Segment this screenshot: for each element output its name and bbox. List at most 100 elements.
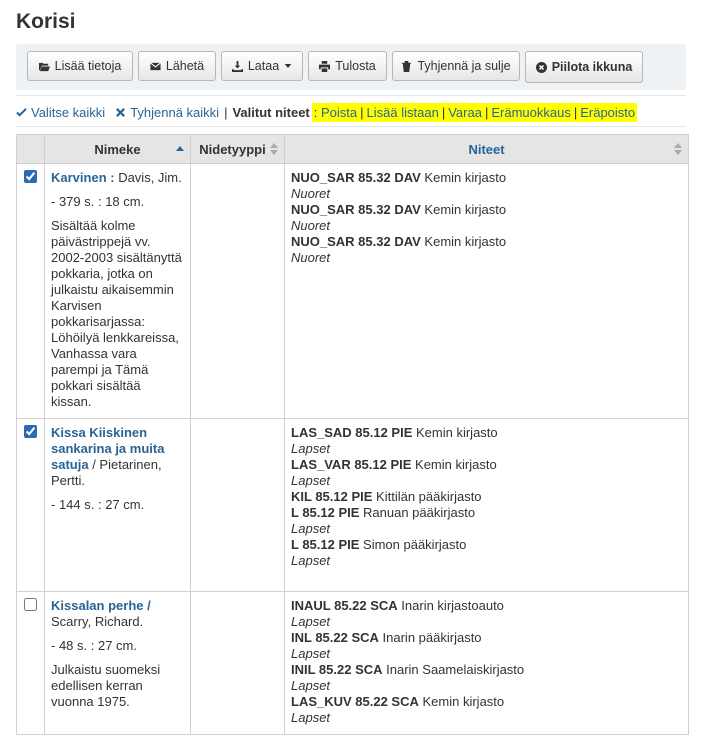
action-batch-edit[interactable]: Erämuokkaus (491, 105, 570, 120)
print-button[interactable]: Tulosta (308, 51, 387, 81)
close-icon (116, 107, 126, 117)
item-entry: LAS_VAR 85.12 PIE Kemin kirjasto (291, 457, 682, 473)
item-callnumber: KIL 85.12 PIE (291, 489, 373, 504)
table-row: Karvinen : Davis, Jim. - 379 s. : 18 cm.… (16, 163, 689, 419)
item-library: Kemin kirjasto (412, 425, 498, 440)
itemtype-cell (190, 418, 285, 592)
header-select (16, 134, 45, 164)
item-callnumber: L 85.12 PIE (291, 537, 360, 552)
items-cell: INAUL 85.22 SCA Inarin kirjastoauto Laps… (284, 591, 689, 735)
title-link[interactable]: Kissalan perhe / (51, 598, 151, 613)
item-callnumber: NUO_SAR 85.32 DAV (291, 202, 421, 217)
physical-description: - 144 s. : 27 cm. (51, 497, 145, 512)
row-checkbox[interactable] (24, 170, 37, 183)
send-label: Lähetä (165, 59, 205, 73)
row-select-cell (16, 591, 45, 735)
item-library: Simon pääkirjasto (359, 537, 467, 552)
send-button[interactable]: Lähetä (138, 51, 216, 81)
title-line: Kissa Kiiskinen sankarina ja muita satuj… (51, 425, 184, 489)
author: Davis, Jim. (114, 170, 182, 185)
selected-actions: : Poista | Lisää listaan | Varaa | Erämuokkaus… (311, 102, 638, 122)
clear-all-link[interactable]: Tyhjennä kaikki (115, 105, 219, 120)
table-row: Kissalan perhe / Scarry, Richard. - 48 s… (16, 591, 689, 735)
envelope-icon (149, 61, 161, 70)
item-entry: NUO_SAR 85.32 DAV Kemin kirjasto (291, 202, 682, 218)
title-line: Kissalan perhe / Scarry, Richard. (51, 598, 184, 630)
trash-icon (402, 60, 412, 72)
hide-window-label: Piilota ikkuna (551, 60, 633, 74)
item-type: Lapset (291, 521, 331, 536)
header-itemtype[interactable]: Nidetyyppi (190, 134, 285, 164)
author: Scarry, Richard. (51, 614, 144, 629)
row-select-cell (16, 163, 45, 419)
folder-open-icon (38, 62, 50, 71)
divider (16, 126, 686, 127)
item-entry: KIL 85.12 PIE Kittilän pääkirjasto (291, 489, 682, 505)
note: Julkaistu suomeksi edellisen kerran vuon… (51, 662, 161, 709)
item-callnumber: INIL 85.22 SCA (291, 662, 383, 677)
empty-and-close-button[interactable]: Tyhjennä ja sulje (392, 51, 520, 81)
separator: | (224, 104, 228, 120)
item-callnumber: INL 85.22 SCA (291, 630, 379, 645)
item-entry: NUO_SAR 85.32 DAV Kemin kirjasto (291, 170, 682, 186)
row-checkbox[interactable] (24, 425, 37, 438)
item-type: Lapset (291, 473, 331, 488)
basket-table: Nimeke Nidetyyppi Niteet Karvinen : Davi… (16, 134, 689, 735)
download-label: Lataa (247, 59, 280, 73)
check-icon (16, 107, 27, 117)
header-items[interactable]: Niteet (284, 134, 689, 164)
print-label: Tulosta (335, 59, 376, 73)
item-callnumber: LAS_SAD 85.12 PIE (291, 425, 413, 440)
item-entry: L 85.12 PIE Ranuan pääkirjasto (291, 505, 682, 521)
action-add-to-list[interactable]: Lisää listaan (367, 105, 439, 120)
title-cell: Karvinen : Davis, Jim. - 379 s. : 18 cm.… (44, 163, 191, 419)
table-header-row: Nimeke Nidetyyppi Niteet (16, 134, 689, 164)
item-type: Lapset (291, 614, 331, 629)
item-library: Inarin pääkirjasto (378, 630, 482, 645)
itemtype-cell (190, 591, 285, 735)
item-entry: LAS_SAD 85.12 PIE Kemin kirjasto (291, 425, 682, 441)
add-info-button[interactable]: Lisää tietoja (27, 51, 133, 81)
selected-items-label: Valitut niteet (232, 104, 310, 120)
page-title: Korisi (16, 10, 76, 33)
item-callnumber: INAUL 85.22 SCA (291, 598, 398, 613)
item-library: Kittilän pääkirjasto (372, 489, 482, 504)
action-delete[interactable]: Poista (321, 105, 357, 120)
item-library: Ranuan pääkirjasto (359, 505, 476, 520)
header-items-label: Niteet (468, 141, 505, 157)
item-library: Inarin kirjastoauto (397, 598, 504, 613)
item-library: Kemin kirjasto (420, 202, 507, 217)
action-place-hold[interactable]: Varaa (448, 105, 482, 120)
select-all-link[interactable]: Valitse kaikki (16, 105, 105, 120)
selection-bar: Valitse kaikki Tyhjennä kaikki | Valitut… (16, 102, 638, 122)
item-library: Kemin kirjasto (420, 170, 507, 185)
caret-down-icon (284, 64, 292, 68)
items-cell: NUO_SAR 85.32 DAV Kemin kirjasto Nuoret … (284, 163, 689, 419)
note: Sisältää kolme päivästrippejä vv. 2002-2… (51, 218, 182, 409)
item-library: Kemin kirjasto (411, 457, 497, 472)
item-entry: NUO_SAR 85.32 DAV Kemin kirjasto (291, 234, 682, 250)
row-checkbox[interactable] (24, 598, 37, 611)
item-type: Lapset (291, 441, 331, 456)
item-library: Inarin Saamelaiskirjasto (382, 662, 525, 677)
item-type: Lapset (291, 678, 331, 693)
sort-asc-icon (176, 146, 184, 151)
colon: : (313, 104, 318, 120)
action-batch-delete[interactable]: Eräpoisto (580, 105, 635, 120)
add-info-label: Lisää tietoja (54, 59, 122, 73)
item-type: Nuoret (291, 250, 331, 265)
print-icon (319, 60, 331, 72)
sort-icon (674, 143, 682, 155)
items-cell: LAS_SAD 85.12 PIE Kemin kirjasto Lapset … (284, 418, 689, 592)
item-entry: INIL 85.22 SCA Inarin Saamelaiskirjasto (291, 662, 682, 678)
item-library: Kemin kirjasto (418, 694, 505, 709)
physical-description: - 379 s. : 18 cm. (51, 194, 145, 209)
empty-and-close-label: Tyhjennä ja sulje (417, 59, 511, 73)
download-button[interactable]: Lataa (221, 51, 303, 81)
hide-window-button[interactable]: Piilota ikkuna (525, 51, 643, 83)
item-type: Lapset (291, 646, 331, 661)
title-link[interactable]: Karvinen : (51, 170, 115, 185)
header-title[interactable]: Nimeke (44, 134, 191, 164)
title-cell: Kissa Kiiskinen sankarina ja muita satuj… (44, 418, 191, 592)
divider (16, 95, 686, 96)
